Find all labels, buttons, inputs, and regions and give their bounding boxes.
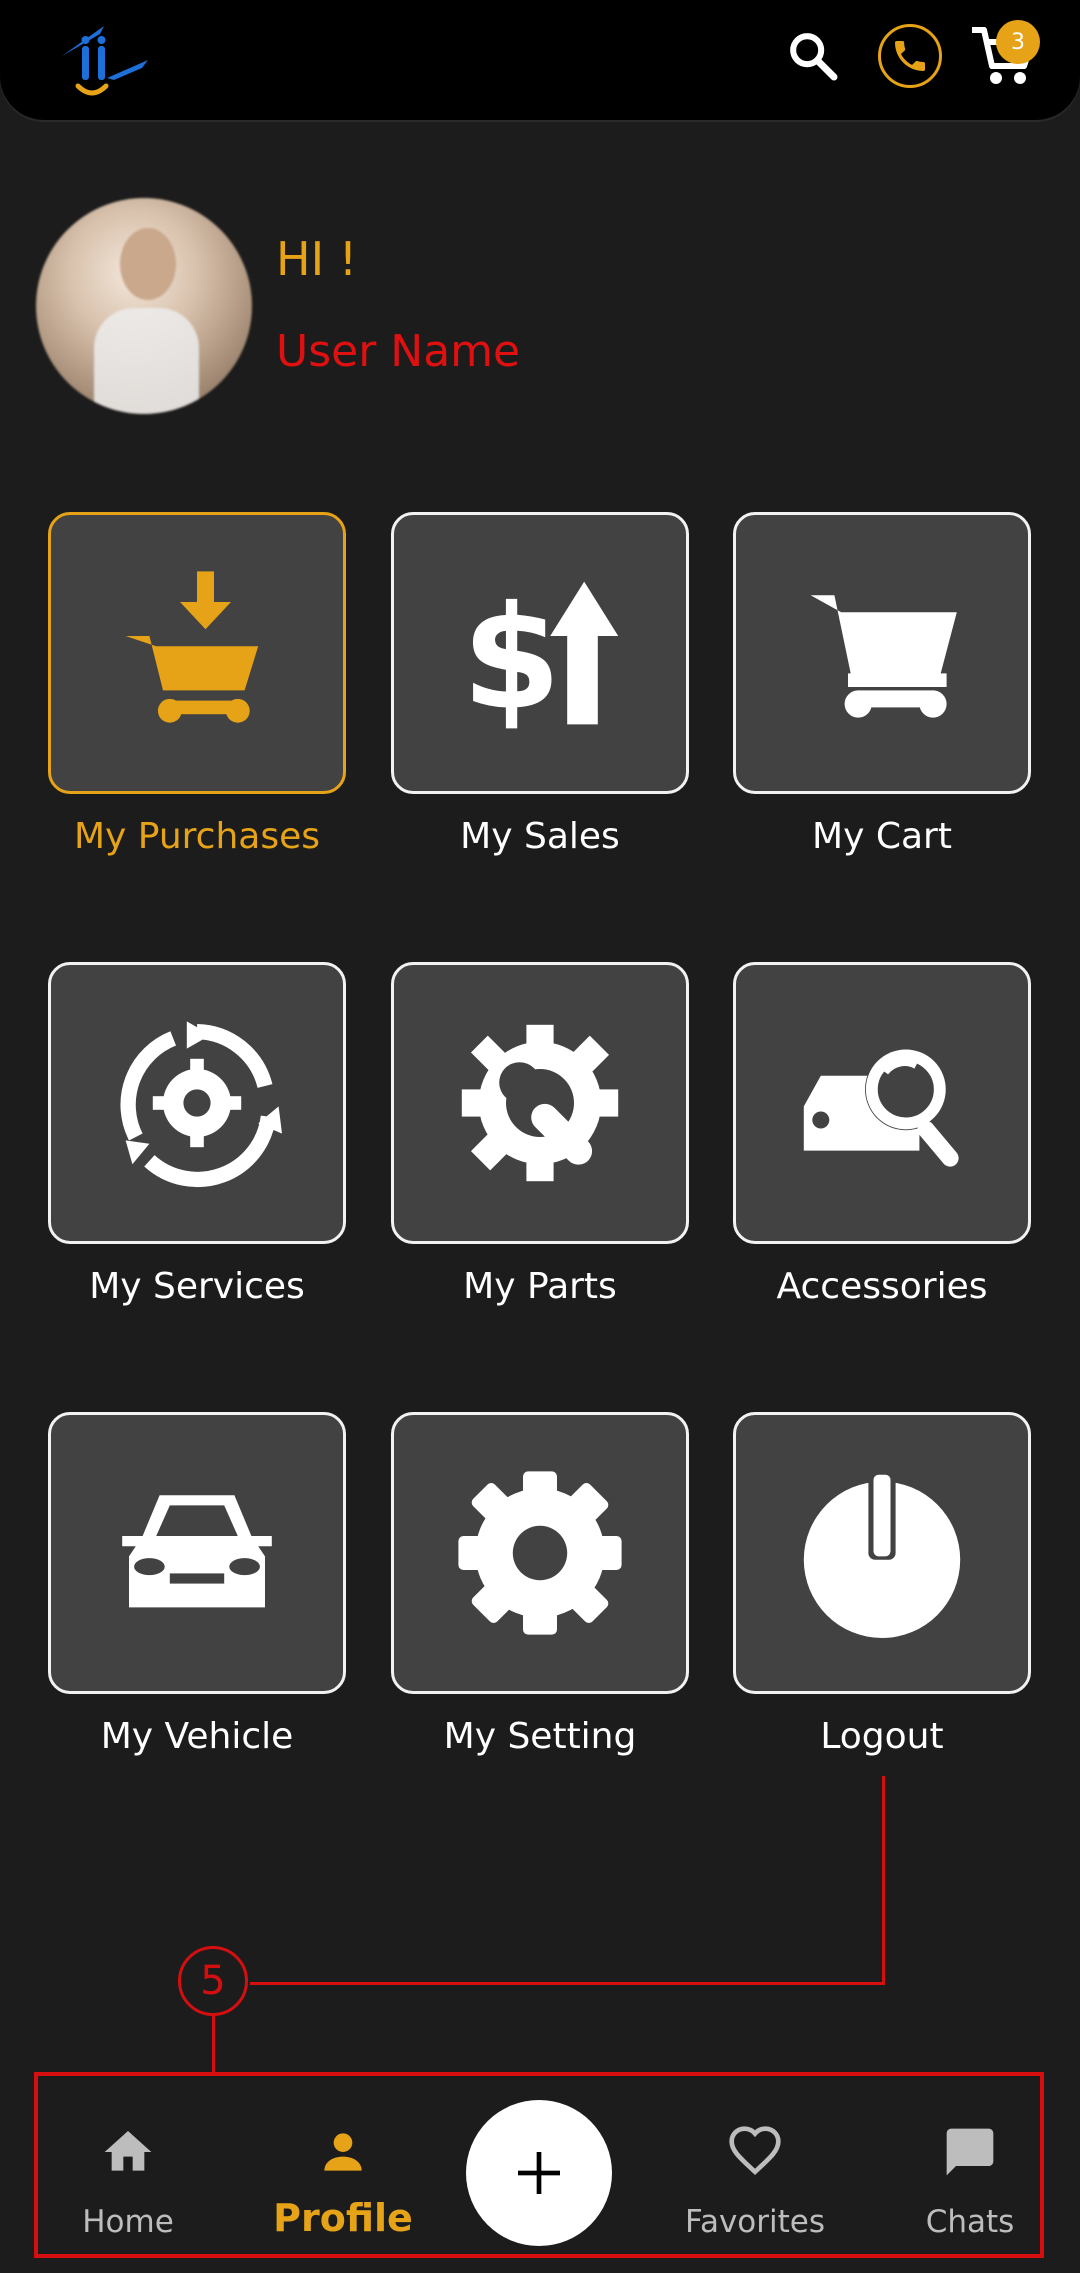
cart-download-icon (125, 571, 259, 723)
annotation-connector-horizontal (250, 1982, 885, 1985)
car-icon (122, 1495, 272, 1608)
logout-tile[interactable] (733, 1412, 1031, 1694)
my-parts-label: My Parts (463, 1266, 617, 1307)
phone-icon (895, 41, 925, 71)
my-cart-label: My Cart (812, 816, 952, 857)
my-sales-label: My Sales (460, 816, 620, 857)
dollar-up-icon: $ (462, 574, 619, 738)
annotation-highlight-box (34, 2072, 1044, 2258)
my-vehicle-label: My Vehicle (100, 1716, 294, 1757)
car-search-icon (803, 1048, 959, 1167)
gear-cycle-icon (120, 1021, 282, 1188)
my-services-label: My Services (89, 1266, 305, 1307)
annotation-connector (882, 1776, 885, 1985)
gear-icon (458, 1471, 622, 1635)
annotation-connector-lower (212, 2016, 215, 2074)
my-setting-label: My Setting (443, 1716, 637, 1757)
my-setting-tile[interactable] (391, 1412, 689, 1694)
call-button[interactable] (878, 24, 942, 88)
app-logo[interactable] (52, 18, 157, 103)
accessories-label: Accessories (776, 1266, 988, 1307)
svg-text:$: $ (462, 574, 561, 738)
my-vehicle-tile[interactable] (48, 1412, 346, 1694)
search-icon[interactable] (785, 28, 841, 84)
my-parts-tile[interactable] (391, 962, 689, 1244)
annotation-marker: 5 (178, 1946, 248, 2016)
my-purchases-tile[interactable] (48, 512, 346, 794)
my-purchases-label: My Purchases (73, 816, 321, 857)
my-cart-tile[interactable] (733, 512, 1031, 794)
top-app-bar: 3 (0, 0, 1080, 120)
my-sales-tile[interactable]: $ (391, 512, 689, 794)
accessories-tile[interactable] (733, 962, 1031, 1244)
power-icon (803, 1471, 961, 1638)
avatar[interactable] (36, 198, 252, 414)
gear-wrench-icon (461, 1024, 619, 1182)
user-name: User Name (276, 326, 521, 377)
cart-icon (810, 595, 957, 718)
logout-label: Logout (820, 1716, 944, 1757)
my-services-tile[interactable] (48, 962, 346, 1244)
cart-count-badge: 3 (996, 20, 1040, 64)
greeting-text: HI ! (276, 232, 358, 286)
